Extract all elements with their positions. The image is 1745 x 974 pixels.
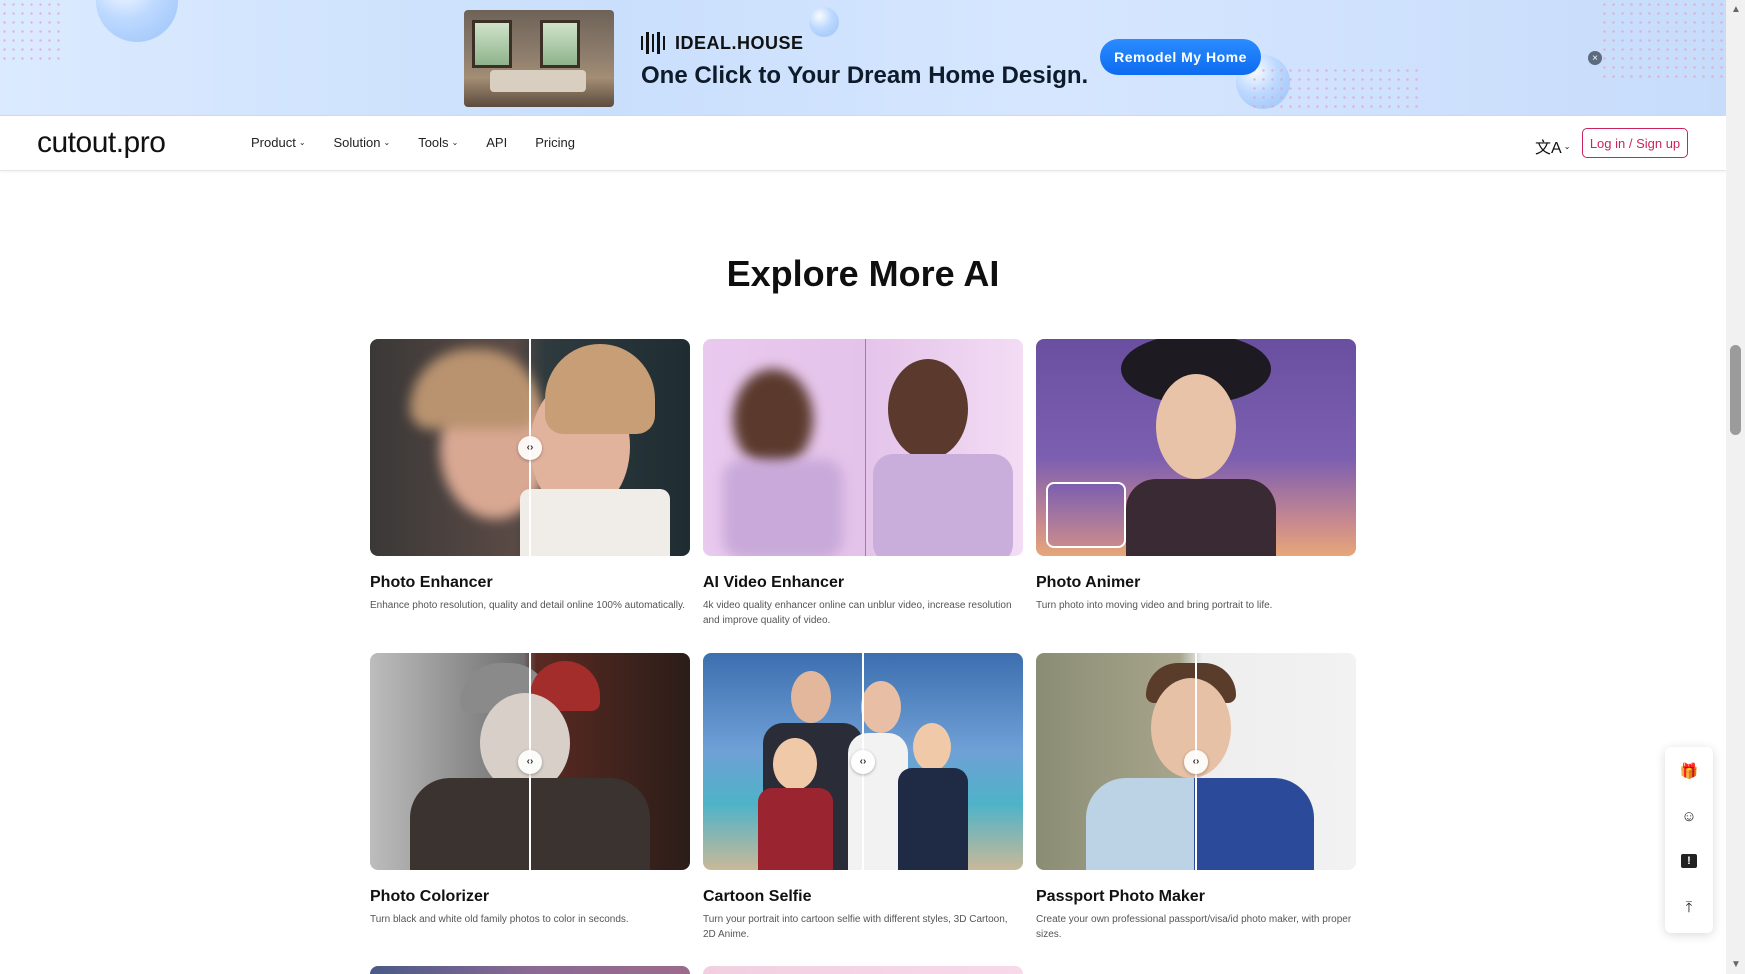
page-scrollbar[interactable]: ▲ ▼ xyxy=(1726,0,1745,974)
section-title: Explore More AI xyxy=(726,253,1000,294)
remodel-button[interactable]: Remodel My Home xyxy=(1100,39,1261,75)
tool-description: Create your own professional passport/vi… xyxy=(1036,914,1352,940)
tool-card-partial[interactable] xyxy=(370,966,690,974)
menu-item-label: Tools xyxy=(418,135,449,150)
feedback-icon[interactable]: ! xyxy=(1679,851,1699,871)
gift-icon[interactable]: 🎁 xyxy=(1679,761,1699,781)
top-nav: cutout.pro Product ⌄ Solution ⌄ Tools ⌄ … xyxy=(0,116,1726,171)
menu-item-pricing[interactable]: Pricing xyxy=(535,135,575,150)
tool-description: Enhance photo resolution, quality and de… xyxy=(370,600,686,611)
scroll-down-icon[interactable]: ▼ xyxy=(1731,959,1741,970)
menu-item-tools[interactable]: Tools ⌄ xyxy=(418,135,458,150)
photo-colorizer-image: ‹› xyxy=(370,653,690,870)
decor-bubble xyxy=(96,0,178,42)
tool-name: Passport Photo Maker xyxy=(1036,888,1205,905)
tool-card-photo-animer[interactable]: Photo Animer Turn photo into moving vide… xyxy=(1036,339,1356,613)
tool-description: Turn photo into moving video and bring p… xyxy=(1036,600,1273,611)
menu-item-solution[interactable]: Solution ⌄ xyxy=(334,135,391,150)
chevron-down-icon: ⌄ xyxy=(1563,141,1571,151)
tool-name: Photo Enhancer xyxy=(370,574,493,591)
tool-description: Turn your portrait into cartoon selfie w… xyxy=(703,914,1008,940)
tool-card-photo-enhancer[interactable]: ‹› Photo Enhancer Enhance photo resoluti… xyxy=(370,339,690,613)
decor-dots xyxy=(1600,0,1726,80)
main-menu: Product ⌄ Solution ⌄ Tools ⌄ API Pricing xyxy=(251,135,575,150)
tool-name: Photo Colorizer xyxy=(370,888,490,905)
scroll-up-icon[interactable]: ▲ xyxy=(1731,4,1741,15)
tool-name: AI Video Enhancer xyxy=(703,574,845,591)
support-icon[interactable]: ☺ xyxy=(1679,806,1699,826)
tool-description: 4k video quality enhancer online can unb… xyxy=(703,600,1012,626)
ad-brand: IDEAL.HOUSE xyxy=(641,32,804,54)
chevron-down-icon: ⌄ xyxy=(383,138,391,147)
page: IDEAL.HOUSE One Click to Your Dream Home… xyxy=(0,0,1745,974)
photo-enhancer-image: ‹› xyxy=(370,339,690,556)
menu-item-label: API xyxy=(486,135,508,150)
menu-item-product[interactable]: Product ⌄ xyxy=(251,135,306,150)
site-logo[interactable]: cutout.pro xyxy=(37,126,166,160)
tool-card-photo-colorizer[interactable]: ‹› Photo Colorizer Turn black and white … xyxy=(370,653,690,927)
tool-card-partial[interactable] xyxy=(703,966,1023,974)
language-selector[interactable]: 文A ⌄ xyxy=(1535,134,1570,158)
compare-handle-icon[interactable]: ‹› xyxy=(1184,749,1208,774)
tool-card-cartoon-selfie[interactable]: ‹› Cartoon Selfie Turn your portrait int… xyxy=(703,653,1023,942)
floating-toolbar: 🎁 ☺ ! ⤒ xyxy=(1665,747,1713,933)
menu-item-label: Solution xyxy=(333,135,381,150)
menu-item-api[interactable]: API xyxy=(486,135,507,150)
ad-close-icon[interactable]: × xyxy=(1588,51,1602,65)
tool-description: Turn black and white old family photos t… xyxy=(370,914,629,925)
ad-brand-name: IDEAL.HOUSE xyxy=(675,32,804,53)
tool-card-passport-photo-maker[interactable]: ‹› Passport Photo Maker Create your own … xyxy=(1036,653,1356,942)
decor-bubble xyxy=(809,7,839,37)
ad-room-image[interactable] xyxy=(464,10,614,107)
tool-name: Cartoon Selfie xyxy=(703,888,812,905)
decor-dots xyxy=(0,0,60,60)
tool-card-ai-video-enhancer[interactable]: AI Video Enhancer 4k video quality enhan… xyxy=(703,339,1023,628)
ai-video-enhancer-image xyxy=(703,339,1023,556)
compare-handle-icon[interactable]: ‹› xyxy=(851,749,875,774)
back-to-top-icon[interactable]: ⤒ xyxy=(1679,897,1699,917)
cartoon-selfie-image: ‹› xyxy=(703,653,1023,870)
ad-banner[interactable]: IDEAL.HOUSE One Click to Your Dream Home… xyxy=(0,0,1726,116)
compare-handle-icon[interactable]: ‹› xyxy=(518,749,542,774)
passport-photo-maker-image: ‹› xyxy=(1036,653,1356,870)
decor-dots xyxy=(1250,66,1420,112)
photo-animer-image xyxy=(1036,339,1356,556)
ad-headline: One Click to Your Dream Home Design. xyxy=(641,62,1089,89)
chevron-down-icon: ⌄ xyxy=(451,138,459,147)
login-signup-button[interactable]: Log in / Sign up xyxy=(1582,128,1688,158)
menu-item-label: Product xyxy=(251,135,296,150)
ideal-house-logo-icon xyxy=(641,32,666,54)
tool-name: Photo Animer xyxy=(1036,574,1141,591)
translate-icon: 文A xyxy=(1535,140,1562,157)
compare-handle-icon[interactable]: ‹› xyxy=(518,435,542,460)
chevron-down-icon: ⌄ xyxy=(298,138,306,147)
scroll-thumb[interactable] xyxy=(1730,345,1741,435)
menu-item-label: Pricing xyxy=(535,135,575,150)
